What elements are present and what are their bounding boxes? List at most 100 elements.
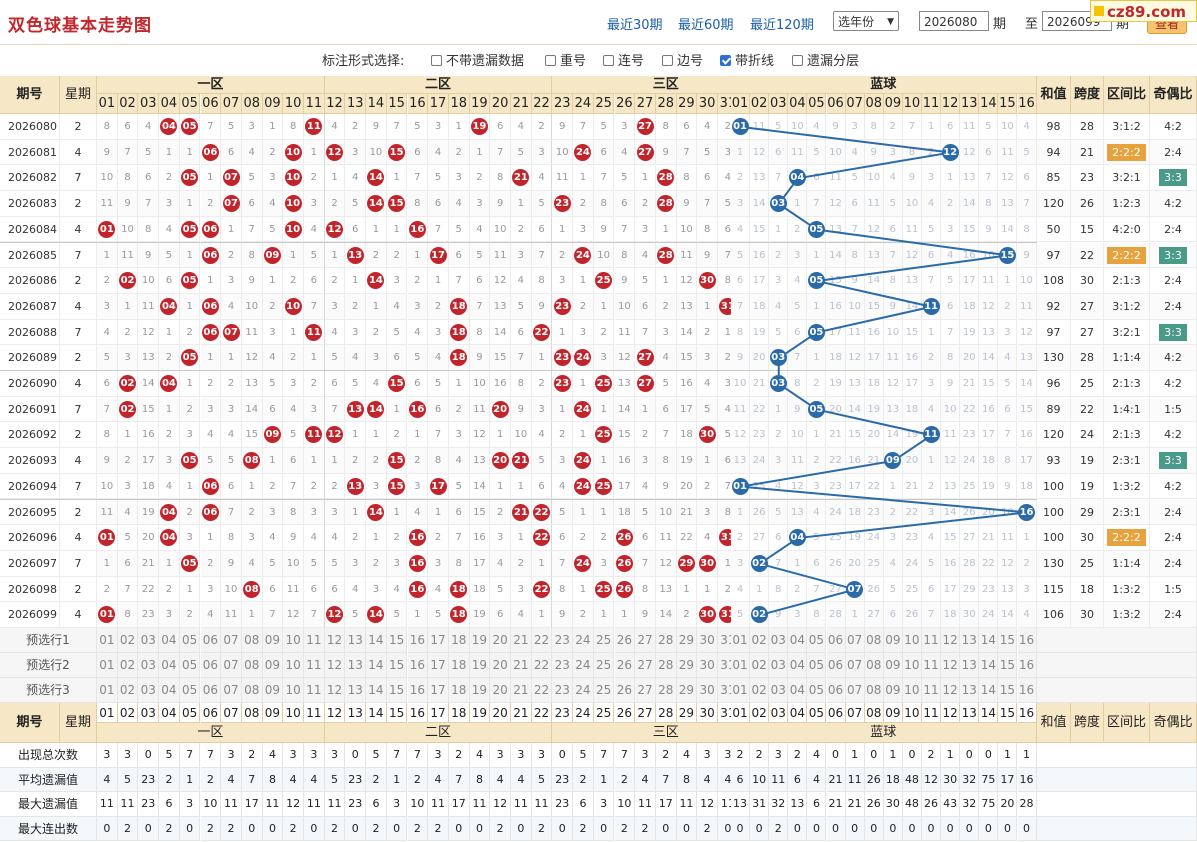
preselect-blue-number[interactable]: 09 [883,653,903,678]
preselect-blue-number[interactable]: 13 [960,678,980,703]
preselect-blue-number[interactable]: 03 [769,628,789,653]
preselect-red-number[interactable]: 24 [573,653,594,678]
preselect-blue-number[interactable]: 07 [845,653,865,678]
preselect-red-number[interactable]: 06 [200,628,222,653]
preselect-blue-number[interactable]: 16 [1017,628,1037,653]
preselect-red-number[interactable]: 25 [593,628,615,653]
preselect-blue-number[interactable]: 05 [807,678,827,703]
preselect-red-number[interactable]: 05 [179,628,201,653]
preselect-red-number[interactable]: 19 [469,628,491,653]
preselect-red-number[interactable]: 05 [179,678,201,703]
preselect-blue-number[interactable]: 06 [826,653,846,678]
option-miss-layers[interactable]: 遗漏分层 [792,50,859,69]
preselect-red-number[interactable]: 12 [324,653,346,678]
preselect-red-number[interactable]: 29 [676,678,698,703]
preselect-blue-number[interactable]: 10 [902,653,922,678]
preselect-red-number[interactable]: 03 [138,678,160,703]
preselect-red-number[interactable]: 27 [635,628,656,653]
preselect-red-number[interactable]: 26 [614,653,636,678]
preselect-red-number[interactable]: 18 [448,628,470,653]
preselect-red-number[interactable]: 16 [407,628,429,653]
preselect-blue-number[interactable]: 11 [922,653,942,678]
preselect-red-number[interactable]: 13 [345,653,367,678]
preselect-red-number[interactable]: 21 [511,628,532,653]
preselect-red-number[interactable]: 16 [407,653,429,678]
preselect-red-number[interactable]: 25 [593,678,615,703]
preselect-red-number[interactable]: 15 [386,628,408,653]
preselect-blue-number[interactable]: 04 [788,628,808,653]
checkbox-icon[interactable] [545,55,556,66]
preselect-blue-number[interactable]: 14 [979,628,999,653]
preselect-blue-number[interactable]: 07 [845,678,865,703]
preselect-blue-number[interactable]: 01 [731,653,751,678]
preselect-blue-number[interactable]: 12 [941,653,961,678]
preselect-blue-number[interactable]: 16 [1017,653,1037,678]
nav-recent-30[interactable]: 最近30期 [607,14,663,33]
preselect-red-number[interactable]: 04 [159,678,180,703]
preselect-red-number[interactable]: 04 [159,628,180,653]
preselect-red-number[interactable]: 12 [324,678,346,703]
preselect-blue-number[interactable]: 13 [960,653,980,678]
preselect-red-number[interactable]: 03 [138,628,160,653]
preselect-red-number[interactable]: 23 [552,653,574,678]
preselect-red-number[interactable]: 09 [262,678,284,703]
preselect-blue-number[interactable]: 02 [750,678,770,703]
preselect-red-number[interactable]: 29 [676,653,698,678]
preselect-red-number[interactable]: 06 [200,653,222,678]
preselect-red-number[interactable]: 26 [614,628,636,653]
preselect-red-number[interactable]: 22 [531,628,553,653]
preselect-blue-number[interactable]: 12 [941,678,961,703]
preselect-blue-number[interactable]: 10 [902,678,922,703]
preselect-red-number[interactable]: 21 [511,653,532,678]
preselect-red-number[interactable]: 09 [262,628,284,653]
preselect-red-number[interactable]: 10 [283,628,304,653]
preselect-red-number[interactable]: 24 [573,678,594,703]
preselect-red-number[interactable]: 08 [241,628,263,653]
preselect-blue-number[interactable]: 02 [750,628,770,653]
preselect-red-number[interactable]: 08 [241,678,263,703]
preselect-red-number[interactable]: 10 [283,653,304,678]
preselect-blue-number[interactable]: 15 [998,653,1018,678]
preselect-red-number[interactable]: 14 [366,653,387,678]
preselect-red-number[interactable]: 17 [428,678,449,703]
preselect-red-number[interactable]: 26 [614,678,636,703]
preselect-blue-number[interactable]: 08 [864,653,884,678]
preselect-red-number[interactable]: 03 [138,653,160,678]
preselect-red-number[interactable]: 20 [490,653,511,678]
preselect-red-number[interactable]: 01 [97,653,118,678]
preselect-red-number[interactable]: 05 [179,653,201,678]
nav-recent-60[interactable]: 最近60期 [678,14,734,33]
preselect-red-number[interactable]: 20 [490,628,511,653]
preselect-blue-number[interactable]: 16 [1017,678,1037,703]
preselect-red-number[interactable]: 06 [200,678,222,703]
preselect-blue-number[interactable]: 11 [922,678,942,703]
preselect-red-number[interactable]: 30 [697,653,718,678]
preselect-red-number[interactable]: 28 [655,628,677,653]
preselect-red-number[interactable]: 15 [386,653,408,678]
checkbox-checked-icon[interactable] [720,55,731,66]
preselect-red-number[interactable]: 23 [552,628,574,653]
preselect-red-number[interactable]: 01 [97,678,118,703]
option-no-miss[interactable]: 不带遗漏数据 [431,50,524,69]
preselect-blue-number[interactable]: 01 [731,628,751,653]
preselect-blue-number[interactable]: 05 [807,628,827,653]
preselect-red-number[interactable]: 07 [221,628,242,653]
preselect-blue-number[interactable]: 08 [864,678,884,703]
preselect-red-number[interactable]: 23 [552,678,574,703]
preselect-red-number[interactable]: 25 [593,653,615,678]
preselect-red-number[interactable]: 13 [345,628,367,653]
preselect-red-number[interactable]: 09 [262,653,284,678]
preselect-red-number[interactable]: 14 [366,628,387,653]
preselect-blue-number[interactable]: 06 [826,628,846,653]
preselect-red-number[interactable]: 28 [655,653,677,678]
preselect-blue-number[interactable]: 13 [960,628,980,653]
preselect-blue-number[interactable]: 04 [788,678,808,703]
preselect-red-number[interactable]: 29 [676,628,698,653]
checkbox-icon[interactable] [603,55,614,66]
preselect-red-number[interactable]: 17 [428,628,449,653]
option-polyline[interactable]: 带折线 [720,50,774,69]
preselect-blue-number[interactable]: 15 [998,678,1018,703]
preselect-blue-number[interactable]: 03 [769,678,789,703]
preselect-blue-number[interactable]: 12 [941,628,961,653]
preselect-blue-number[interactable]: 14 [979,653,999,678]
